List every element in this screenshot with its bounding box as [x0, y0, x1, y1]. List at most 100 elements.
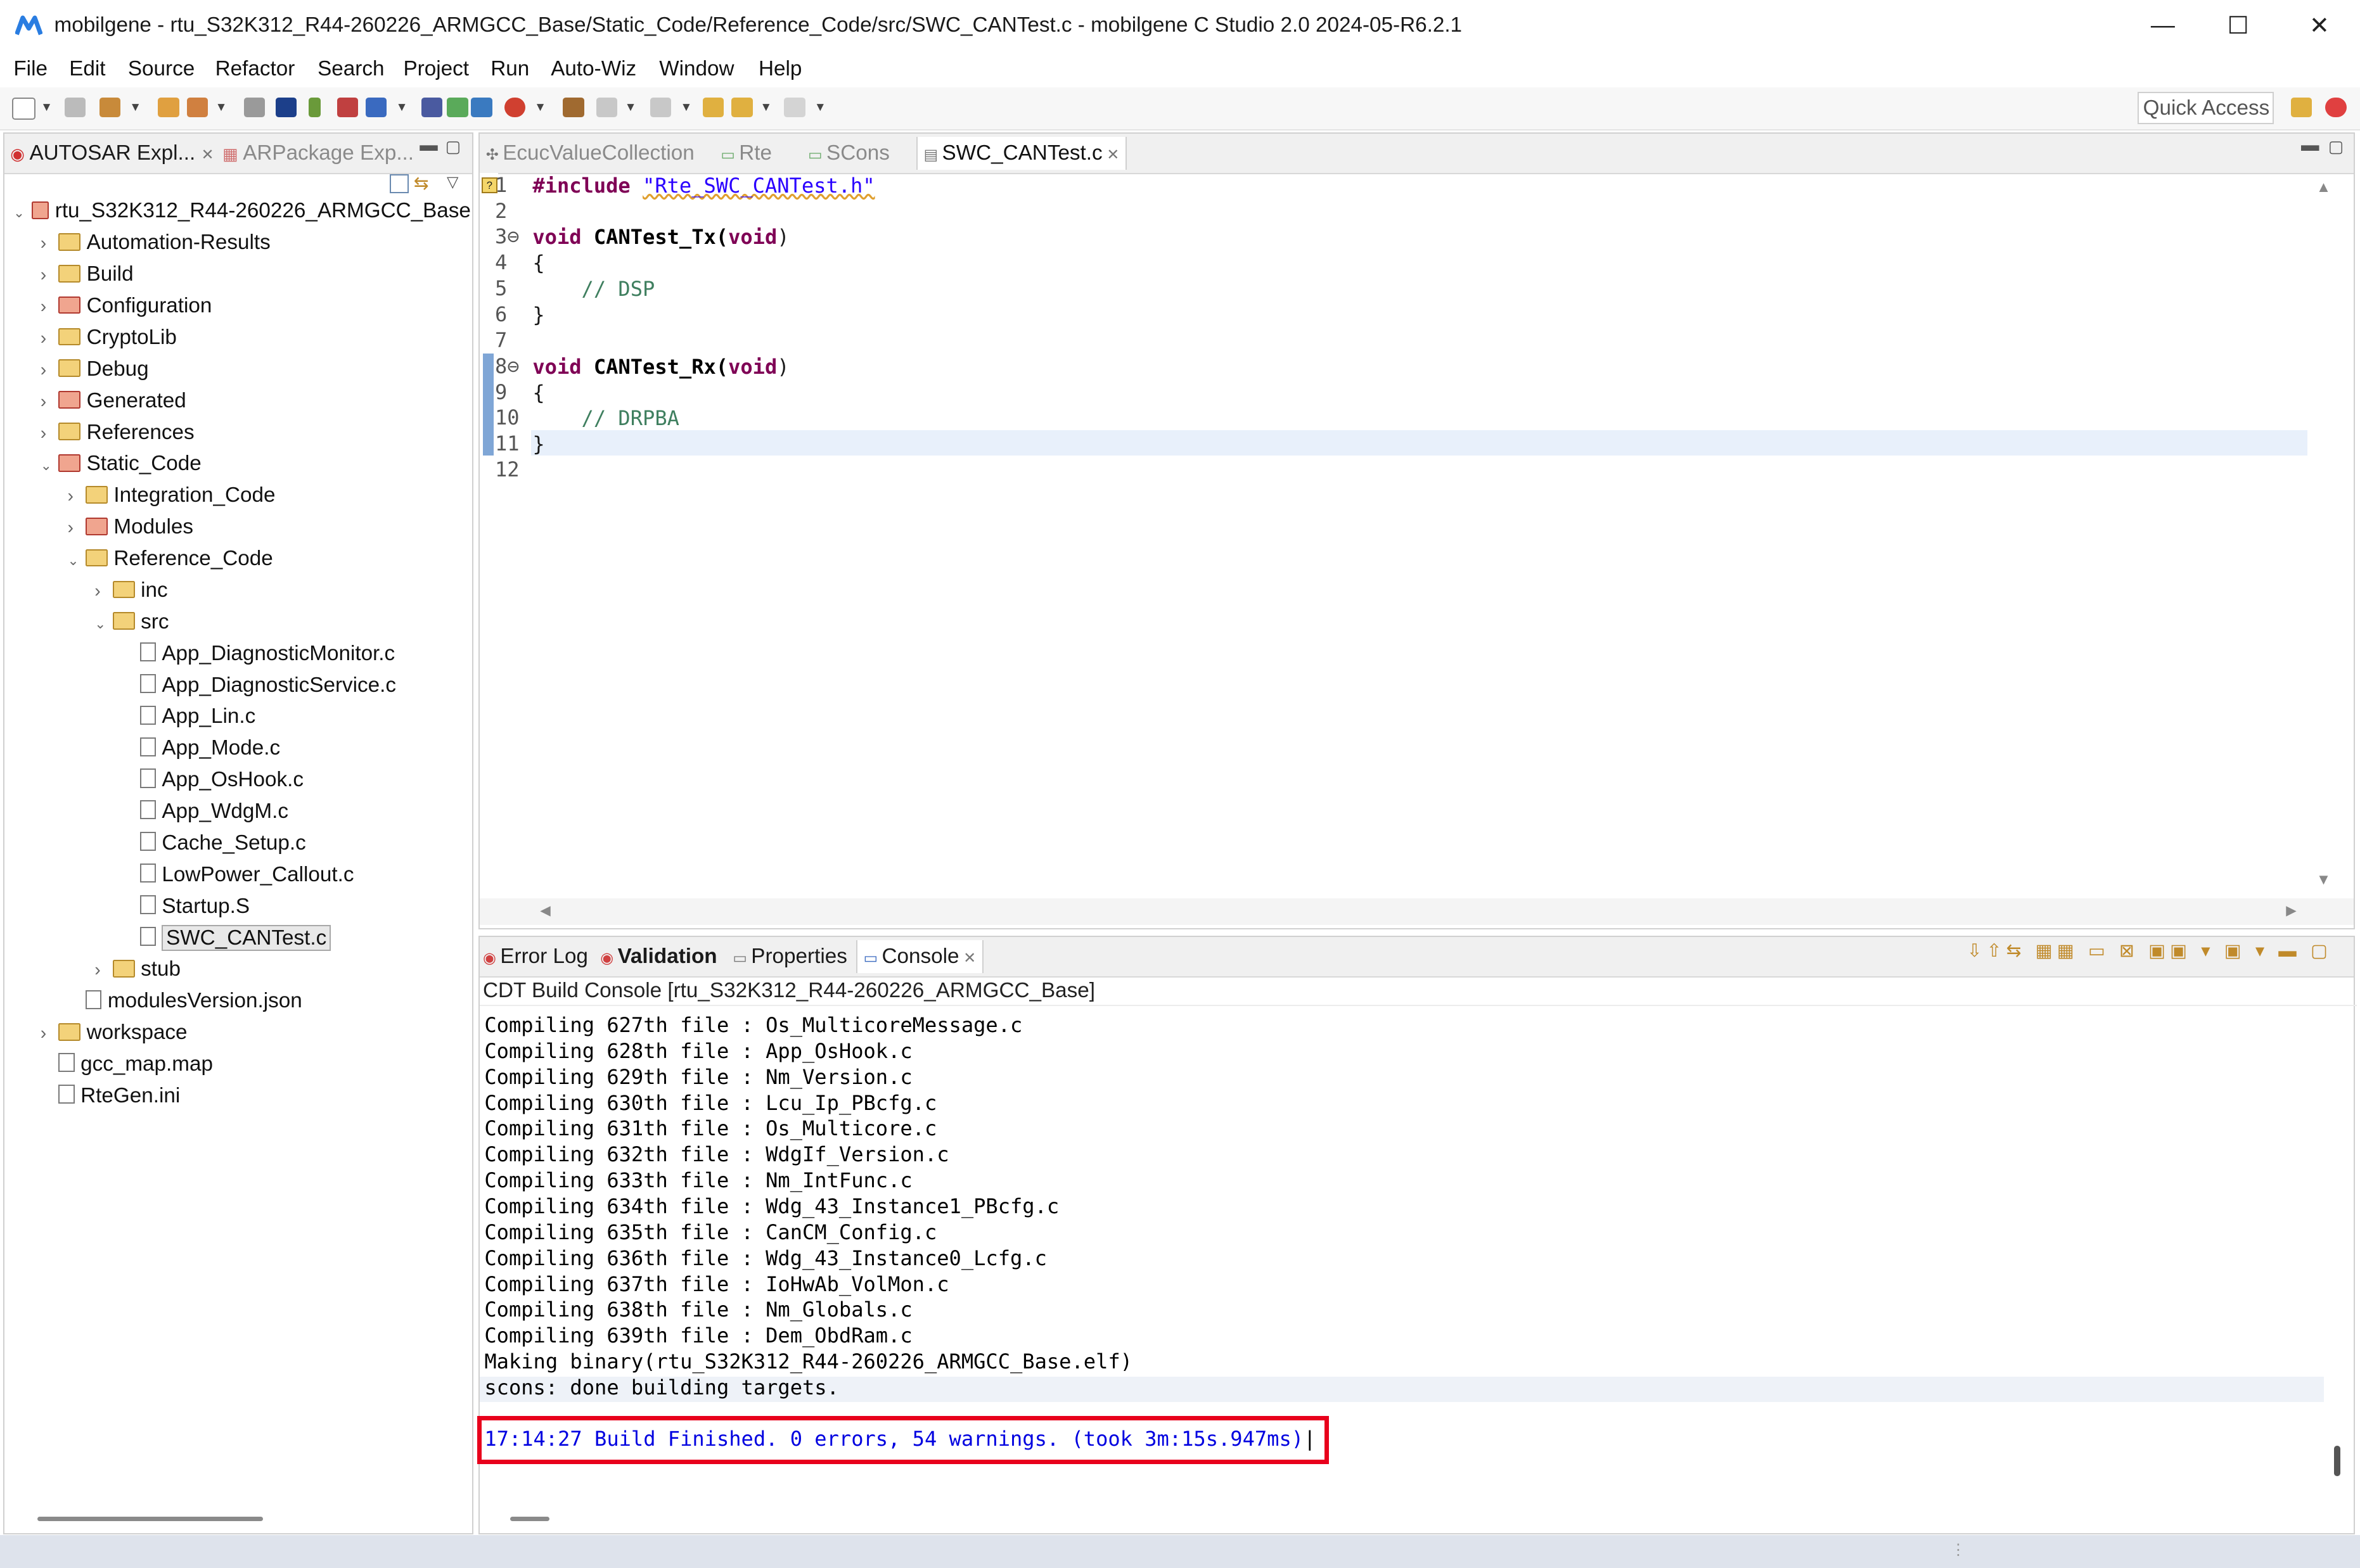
- menu-project[interactable]: Project: [404, 57, 469, 81]
- expanded-chevron-icon[interactable]: ⌄: [94, 609, 113, 641]
- code-line[interactable]: // DRPBA: [532, 405, 679, 431]
- collapsed-chevron-icon[interactable]: ›: [41, 1018, 59, 1050]
- tree-item[interactable]: Startup.S: [122, 891, 250, 922]
- collapsed-chevron-icon[interactable]: ›: [68, 481, 86, 513]
- tree-item[interactable]: › References: [41, 417, 195, 449]
- collapsed-chevron-icon[interactable]: ›: [41, 323, 59, 355]
- minimize-button[interactable]: —: [2126, 0, 2201, 51]
- scroll-right-icon[interactable]: ▶: [2286, 903, 2296, 919]
- code-line[interactable]: }: [532, 431, 544, 457]
- collapsed-chevron-icon[interactable]: ›: [41, 291, 59, 323]
- menu-file[interactable]: File: [13, 57, 48, 81]
- menu-window[interactable]: Window: [659, 57, 734, 81]
- close-tab-icon[interactable]: ✕: [1103, 146, 1119, 163]
- link-icon[interactable]: [563, 98, 584, 118]
- menu-edit[interactable]: Edit: [69, 57, 105, 81]
- tab-error-log[interactable]: ◉ Error Log: [483, 945, 588, 969]
- perspective-icon[interactable]: [2325, 98, 2347, 118]
- stop-dropdown-icon[interactable]: ▼: [534, 101, 546, 115]
- code-line[interactable]: void CANTest_Tx(void): [532, 224, 789, 250]
- tree-item[interactable]: › Build: [41, 258, 134, 290]
- tree-item[interactable]: ⌄ src: [94, 606, 169, 638]
- tree-item[interactable]: LowPower_Callout.c: [122, 859, 354, 891]
- back-dropdown-icon[interactable]: ▼: [760, 101, 772, 115]
- code-line[interactable]: }: [532, 302, 544, 328]
- link-editor-icon[interactable]: ⇆: [414, 173, 429, 194]
- code-line[interactable]: {: [532, 250, 544, 276]
- tree-item[interactable]: › Debug: [41, 354, 149, 385]
- tree-item[interactable]: ⌄ Static_Code: [41, 448, 202, 480]
- tools-icon[interactable]: [471, 98, 492, 118]
- collapsed-chevron-icon[interactable]: ›: [41, 386, 59, 418]
- code-line[interactable]: #include "Rte_SWC_CANTest.h": [532, 173, 875, 198]
- collapse-all-icon[interactable]: [389, 174, 409, 194]
- menu-auto-wiz[interactable]: Auto-Wiz: [551, 57, 636, 81]
- tree-item[interactable]: SWC_CANTest.c: [122, 922, 331, 954]
- tree-item[interactable]: App_OsHook.c: [122, 764, 304, 796]
- close-button[interactable]: ✕: [2282, 0, 2357, 51]
- new-dropdown-icon[interactable]: ▼: [41, 101, 53, 115]
- quick-access-input[interactable]: Quick Access: [2137, 91, 2274, 125]
- maximize-button[interactable]: ☐: [2200, 0, 2276, 51]
- scroll-up-icon[interactable]: ▲: [2316, 179, 2331, 196]
- grid-icon[interactable]: [421, 98, 443, 118]
- tree-item[interactable]: App_DiagnosticService.c: [122, 670, 396, 701]
- prev-annotation-icon[interactable]: [650, 98, 672, 118]
- expanded-chevron-icon[interactable]: ⌄: [13, 198, 32, 229]
- editor-maximize-icon[interactable]: ▢: [2328, 137, 2344, 156]
- tree-item[interactable]: › Modules: [68, 511, 194, 543]
- view-menu-icon[interactable]: ▽: [447, 173, 458, 191]
- code-line[interactable]: // DSP: [532, 276, 655, 302]
- tree-item[interactable]: Cache_Setup.c: [122, 827, 306, 859]
- build-dropdown-icon[interactable]: ▼: [129, 101, 141, 115]
- tab-scons[interactable]: ▭ SCons: [808, 141, 890, 165]
- horizontal-scrollbar[interactable]: [37, 1516, 264, 1521]
- menu-search[interactable]: Search: [317, 57, 384, 81]
- tree-item[interactable]: › Automation-Results: [41, 227, 271, 258]
- terminal-icon[interactable]: [275, 98, 297, 118]
- tree-item[interactable]: › Integration_Code: [68, 480, 276, 511]
- scroll-left-icon[interactable]: ◀: [540, 903, 550, 919]
- tab-swc-cantest[interactable]: ▤ SWC_CANTest.c ✕: [916, 136, 1127, 170]
- next-annotation-dropdown-icon[interactable]: ▼: [625, 101, 637, 115]
- tree-item[interactable]: › workspace: [41, 1017, 188, 1049]
- collapsed-chevron-icon[interactable]: ›: [41, 355, 59, 386]
- edit-icon[interactable]: [243, 98, 265, 118]
- next-annotation-icon[interactable]: [596, 98, 617, 118]
- tree-item[interactable]: modulesVersion.json: [68, 985, 302, 1017]
- open-perspective-icon[interactable]: [2290, 98, 2312, 118]
- tab-autosar-explorer[interactable]: ◉ AUTOSAR Expl... ✕: [10, 141, 214, 165]
- expanded-chevron-icon[interactable]: ⌄: [68, 545, 86, 577]
- download-dropdown-icon[interactable]: ▼: [396, 101, 408, 115]
- editor-horizontal-scrollbar[interactable]: [480, 898, 2354, 926]
- download-icon[interactable]: [366, 98, 387, 118]
- tree-item[interactable]: RteGen.ini: [41, 1080, 180, 1112]
- new-icon[interactable]: [12, 98, 36, 120]
- menu-refactor[interactable]: Refactor: [215, 57, 295, 81]
- last-edit-icon[interactable]: [703, 98, 724, 118]
- tree-item[interactable]: › stub: [94, 953, 181, 985]
- tree-item[interactable]: › Configuration: [41, 290, 212, 322]
- stop-icon[interactable]: [504, 98, 525, 118]
- tree-item[interactable]: gcc_map.map: [41, 1049, 213, 1080]
- minimize-view-icon[interactable]: ▬: [420, 135, 438, 156]
- tree-item[interactable]: › CryptoLib: [41, 322, 177, 354]
- tree-item[interactable]: App_Mode.c: [122, 732, 280, 764]
- clean-dropdown-icon[interactable]: ▼: [215, 101, 228, 115]
- console-toolbar-icons[interactable]: ⇩⇧⇆ ▦▦ ▭ ⊠ ▣▣ ▾ ▣ ▾ ▬ ▢: [1967, 940, 2332, 962]
- maximize-view-icon[interactable]: ▢: [446, 137, 461, 156]
- collapsed-chevron-icon[interactable]: ›: [41, 228, 59, 260]
- build-hammer-icon[interactable]: [99, 98, 120, 118]
- prev-annotation-dropdown-icon[interactable]: ▼: [681, 101, 693, 115]
- tab-ecucvaluecollection[interactable]: ✣ EcucValueCollection: [486, 141, 695, 165]
- tab-properties[interactable]: ▭ Properties: [733, 945, 847, 969]
- expanded-chevron-icon[interactable]: ⌄: [41, 450, 59, 482]
- clean-icon[interactable]: [186, 98, 208, 118]
- tree-item[interactable]: ⌄ rtu_S32K312_R44-260226_ARMGCC_Base: [13, 195, 471, 227]
- collapsed-chevron-icon[interactable]: ›: [94, 955, 113, 986]
- debug-icon[interactable]: [337, 98, 359, 118]
- forward-icon[interactable]: [784, 98, 805, 118]
- code-line[interactable]: void CANTest_Rx(void): [532, 354, 789, 379]
- tab-console[interactable]: ▭ Console ✕: [856, 940, 984, 974]
- pin-icon[interactable]: [308, 98, 321, 118]
